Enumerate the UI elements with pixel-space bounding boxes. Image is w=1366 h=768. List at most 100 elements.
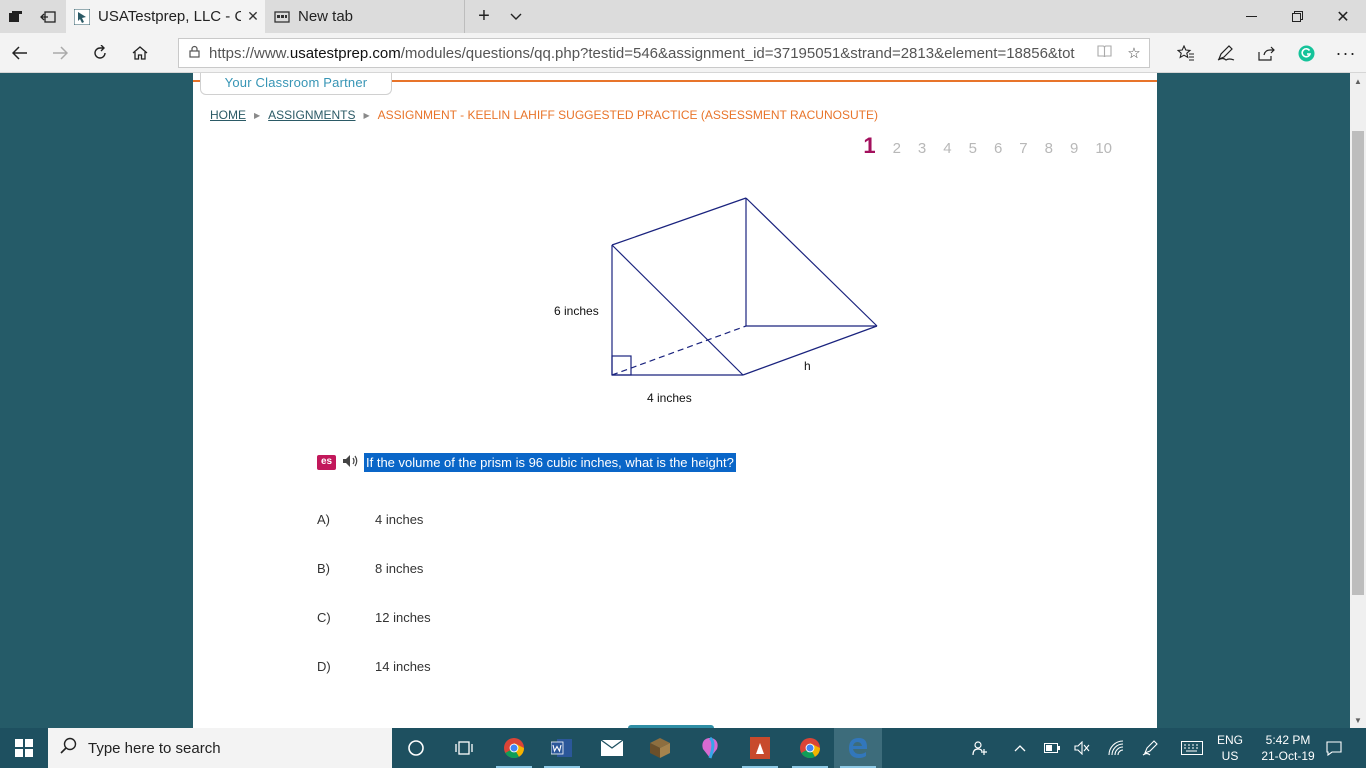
url-text[interactable]: https://www.usatestprep.com/modules/ques…	[209, 45, 1089, 62]
touch-keyboard-icon[interactable]	[1178, 728, 1206, 768]
question-number-9[interactable]: 9	[1070, 140, 1078, 157]
tab-title: New tab	[298, 8, 354, 25]
breadcrumb-assignments-link[interactable]: ASSIGNMENTS	[268, 108, 355, 122]
question-number-10[interactable]: 10	[1095, 140, 1112, 157]
reading-view-icon[interactable]	[1089, 44, 1119, 62]
word-taskbar-icon[interactable]	[538, 728, 586, 768]
breadcrumb-current: ASSIGNMENT - KEELIN LAHIFF SUGGESTED PRA…	[377, 108, 878, 122]
question-number-1[interactable]: 1	[863, 133, 875, 159]
speaker-audio-icon[interactable]	[342, 454, 362, 471]
answer-text: 12 inches	[375, 610, 431, 625]
spanish-translate-icon[interactable]: es	[317, 455, 336, 470]
prism-top-edge	[611, 197, 747, 246]
region-code: US	[1221, 749, 1239, 763]
question-number-8[interactable]: 8	[1045, 140, 1053, 157]
forward-arrow-icon[interactable]	[40, 33, 80, 73]
height-label: 6 inches	[554, 304, 599, 318]
tab-usatestprep[interactable]: USATestprep, LLC - C ✕	[66, 0, 265, 33]
volume-muted-icon[interactable]	[1070, 728, 1094, 768]
prism-height-h-label: h	[804, 359, 811, 373]
home-icon[interactable]	[120, 33, 160, 73]
tab-preview-chevron-icon[interactable]	[500, 0, 532, 33]
breadcrumb-home-link[interactable]: HOME	[210, 108, 246, 122]
tab-manager-icon[interactable]	[0, 0, 32, 33]
answer-letter: C)	[317, 610, 331, 625]
more-options-icon[interactable]: ···	[1326, 33, 1366, 73]
question-number-2[interactable]: 2	[893, 140, 901, 157]
new-tab-page-icon	[274, 9, 290, 25]
classroom-partner-tab[interactable]: Your Classroom Partner	[200, 73, 392, 95]
favorite-star-icon[interactable]: ☆	[1119, 44, 1149, 62]
chrome-second-window-taskbar-icon[interactable]	[786, 728, 834, 768]
breadcrumb-separator-icon: ▶	[363, 110, 370, 120]
set-aside-tabs-icon[interactable]	[32, 0, 64, 33]
scroll-thumb[interactable]	[1352, 131, 1364, 595]
answer-option-c[interactable]: C) 12 inches	[317, 610, 431, 625]
edge-taskbar-icon[interactable]	[834, 728, 882, 768]
grammarly-extension-icon[interactable]	[1286, 33, 1326, 73]
windows-start-icon[interactable]	[0, 728, 48, 768]
tab-new-tab[interactable]: New tab	[266, 0, 465, 33]
close-tab-icon[interactable]: ✕	[241, 8, 265, 25]
answer-option-d[interactable]: D) 14 inches	[317, 659, 431, 674]
page-scrollbar[interactable]: ▲ ▼	[1350, 73, 1366, 728]
pen-workspace-icon[interactable]	[1138, 728, 1162, 768]
clock-time: 5:42 PM	[1265, 733, 1311, 747]
url-path: /modules/questions/qq.php?testid=546&ass…	[400, 44, 1075, 62]
lock-icon[interactable]	[179, 45, 209, 61]
tab-title: USATestprep, LLC - C	[98, 8, 241, 25]
question-number-5[interactable]: 5	[969, 140, 977, 157]
input-language-indicator[interactable]: ENG US	[1212, 732, 1248, 764]
breadcrumb: HOME ▶ ASSIGNMENTS ▶ ASSIGNMENT - KEELIN…	[210, 108, 878, 122]
paint-3d-taskbar-icon[interactable]	[686, 728, 734, 768]
clock-date: 21-Oct-19	[1261, 749, 1315, 763]
question-number-4[interactable]: 4	[943, 140, 951, 157]
share-icon[interactable]	[1246, 33, 1286, 73]
prism-drawing	[611, 197, 878, 376]
cortana-icon[interactable]	[392, 728, 440, 768]
chrome-taskbar-icon[interactable]	[490, 728, 538, 768]
battery-icon[interactable]	[1040, 728, 1064, 768]
address-bar[interactable]: https://www.usatestprep.com/modules/ques…	[178, 38, 1150, 68]
taskbar-search-box[interactable]: Type here to search	[48, 728, 392, 768]
task-view-icon[interactable]	[440, 728, 488, 768]
windows-taskbar: Type here to search ENG US 5:42 PM 21-Oc…	[0, 728, 1366, 768]
favorites-icon[interactable]	[1166, 33, 1206, 73]
pen-notes-icon[interactable]	[1206, 33, 1246, 73]
question-number-7[interactable]: 7	[1019, 140, 1027, 157]
minecraft-taskbar-icon[interactable]	[636, 728, 684, 768]
office-app-taskbar-icon[interactable]	[736, 728, 784, 768]
prism-front-hypotenuse-edge	[611, 244, 744, 376]
question-text: If the volume of the prism is 96 cubic i…	[364, 453, 736, 472]
close-window-icon[interactable]: ✕	[1320, 0, 1366, 33]
question-navigation: 1 2 3 4 5 6 7 8 9 10	[846, 133, 1112, 159]
triangular-prism-figure: 6 inches 4 inches h	[543, 188, 893, 418]
browser-tab-strip: USATestprep, LLC - C ✕ New tab + ✕	[0, 0, 1366, 33]
question-number-3[interactable]: 3	[918, 140, 926, 157]
prism-back-hypotenuse-edge	[745, 197, 878, 327]
usatestprep-favicon-icon	[73, 8, 91, 25]
question-number-6[interactable]: 6	[994, 140, 1002, 157]
action-center-notifications-icon[interactable]	[1322, 728, 1346, 768]
new-tab-plus-icon[interactable]: +	[468, 0, 500, 33]
back-arrow-icon[interactable]	[0, 33, 40, 73]
prism-hidden-edge	[611, 325, 747, 376]
scroll-down-arrow-icon[interactable]: ▼	[1350, 712, 1366, 728]
web-page-content: Your Classroom Partner HOME ▶ ASSIGNMENT…	[193, 73, 1157, 728]
answer-letter: A)	[317, 512, 330, 527]
minimize-window-icon[interactable]	[1228, 0, 1274, 33]
clock[interactable]: 5:42 PM 21-Oct-19	[1254, 732, 1322, 764]
scroll-up-arrow-icon[interactable]: ▲	[1350, 73, 1366, 89]
show-hidden-icons-chevron-icon[interactable]	[1008, 728, 1032, 768]
refresh-icon[interactable]	[80, 33, 120, 73]
breadcrumb-separator-icon: ▶	[254, 110, 261, 120]
url-prefix: https://www.	[209, 44, 290, 62]
answer-option-a[interactable]: A) 4 inches	[317, 512, 423, 527]
people-icon[interactable]	[968, 728, 992, 768]
network-icon[interactable]	[1104, 728, 1128, 768]
restore-window-icon[interactable]	[1274, 0, 1320, 33]
answer-option-b[interactable]: B) 8 inches	[317, 561, 423, 576]
search-icon	[48, 737, 88, 759]
mail-taskbar-icon[interactable]	[588, 728, 636, 768]
browser-toolbar: https://www.usatestprep.com/modules/ques…	[0, 33, 1366, 73]
